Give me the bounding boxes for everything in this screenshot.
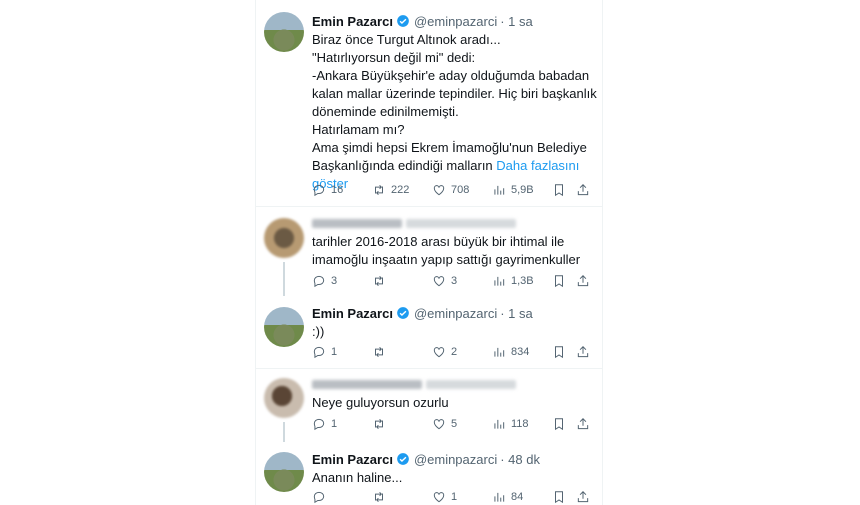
tweet-text: Neye guluyorsun ozurlu bbox=[312, 395, 449, 410]
views-button[interactable]: 5,9B bbox=[492, 183, 552, 197]
views-icon bbox=[494, 347, 505, 357]
handle[interactable]: @eminpazarci bbox=[414, 452, 497, 467]
share-icon bbox=[577, 346, 589, 358]
verified-badge-icon bbox=[396, 452, 410, 466]
like-button[interactable]: 3 bbox=[432, 274, 492, 288]
retweet-button[interactable] bbox=[372, 345, 432, 359]
reply-button[interactable]: 1 bbox=[312, 417, 372, 431]
avatar[interactable] bbox=[264, 12, 304, 52]
share-button[interactable] bbox=[576, 345, 602, 359]
like-icon bbox=[433, 276, 445, 287]
thread-feed: Emin Pazarcı @eminpazarci · 1 sa Biraz ö… bbox=[255, 0, 603, 505]
timestamp[interactable]: · 48 dk bbox=[500, 452, 540, 467]
tweet-text: tarihler 2016-2018 arası büyük bir ihtim… bbox=[312, 234, 581, 267]
display-name[interactable]: Emin Pazarcı bbox=[312, 306, 393, 321]
display-name[interactable]: Emin Pazarcı bbox=[312, 452, 393, 467]
reply-icon bbox=[313, 491, 325, 504]
thread-line bbox=[283, 262, 285, 296]
bookmark-button[interactable] bbox=[552, 417, 576, 431]
blurred-handle[interactable] bbox=[406, 218, 516, 228]
verified-badge-icon bbox=[396, 14, 410, 28]
reply-button[interactable]: 3 bbox=[312, 274, 372, 288]
timestamp[interactable]: · 1 sa bbox=[500, 14, 533, 29]
views-icon bbox=[494, 276, 505, 286]
like-icon bbox=[433, 419, 445, 430]
retweet-icon bbox=[375, 346, 383, 358]
views-icon bbox=[494, 185, 505, 195]
share-button[interactable] bbox=[576, 183, 602, 197]
retweet-button[interactable] bbox=[372, 274, 432, 288]
share-button[interactable] bbox=[576, 417, 602, 431]
tweet-5-actions: 1 84 bbox=[312, 489, 602, 505]
tweet-2-actions: 3 3 1,3B bbox=[312, 273, 602, 289]
views-button[interactable]: 118 bbox=[492, 417, 552, 431]
reply-icon bbox=[313, 275, 325, 288]
tweet-3-actions: 1 2 834 bbox=[312, 344, 602, 360]
like-button[interactable]: 708 bbox=[432, 183, 492, 197]
bookmark-button[interactable] bbox=[552, 345, 576, 359]
views-button[interactable]: 834 bbox=[492, 345, 552, 359]
bookmark-icon bbox=[555, 275, 563, 288]
reply-icon bbox=[313, 346, 325, 359]
blurred-handle[interactable] bbox=[426, 379, 516, 389]
avatar[interactable] bbox=[264, 307, 304, 347]
share-button[interactable] bbox=[576, 274, 602, 288]
blurred-display-name[interactable] bbox=[312, 379, 422, 389]
share-icon bbox=[577, 184, 589, 196]
like-button[interactable]: 1 bbox=[432, 490, 492, 504]
retweet-button[interactable] bbox=[372, 417, 432, 431]
retweet-icon bbox=[375, 418, 383, 430]
retweet-icon bbox=[375, 184, 383, 196]
retweet-button[interactable]: 222 bbox=[372, 183, 432, 197]
verified-badge-icon bbox=[396, 306, 410, 320]
like-icon bbox=[433, 347, 445, 358]
avatar[interactable] bbox=[264, 218, 304, 258]
bookmark-icon bbox=[555, 184, 563, 197]
bookmark-icon bbox=[555, 418, 563, 431]
bookmark-button[interactable] bbox=[552, 274, 576, 288]
reply-button[interactable]: 16 bbox=[312, 183, 372, 197]
bookmark-icon bbox=[555, 491, 563, 504]
reply-icon bbox=[313, 184, 325, 197]
tweet-text: Biraz önce Turgut Altınok aradı... "Hatı… bbox=[312, 32, 597, 191]
reply-button[interactable] bbox=[312, 490, 372, 504]
retweet-icon bbox=[375, 491, 383, 503]
like-icon bbox=[433, 185, 445, 196]
views-icon bbox=[494, 419, 505, 429]
share-icon bbox=[577, 275, 589, 287]
share-icon bbox=[577, 491, 589, 503]
retweet-icon bbox=[375, 275, 383, 287]
bookmark-button[interactable] bbox=[552, 490, 576, 504]
divider bbox=[256, 206, 602, 207]
views-icon bbox=[494, 492, 505, 502]
bookmark-button[interactable] bbox=[552, 183, 576, 197]
like-button[interactable]: 5 bbox=[432, 417, 492, 431]
reply-button[interactable]: 1 bbox=[312, 345, 372, 359]
blurred-display-name[interactable] bbox=[312, 218, 402, 228]
reply-icon bbox=[313, 418, 325, 431]
avatar[interactable] bbox=[264, 452, 304, 492]
tweet-text: :)) bbox=[312, 324, 325, 339]
tweet-text: Ananın haline... bbox=[312, 470, 403, 485]
handle[interactable]: @eminpazarci bbox=[414, 306, 497, 321]
retweet-button[interactable] bbox=[372, 490, 432, 504]
avatar[interactable] bbox=[264, 378, 304, 418]
handle[interactable]: @eminpazarci bbox=[414, 14, 497, 29]
views-button[interactable]: 84 bbox=[492, 490, 552, 504]
tweet-1[interactable]: Emin Pazarcı @eminpazarci · 1 sa Biraz ö… bbox=[256, 8, 604, 208]
like-button[interactable]: 2 bbox=[432, 345, 492, 359]
tweet-4-actions: 1 5 118 bbox=[312, 416, 602, 432]
tweet-1-actions: 16 222 708 5,9B bbox=[312, 182, 602, 198]
display-name[interactable]: Emin Pazarcı bbox=[312, 14, 393, 29]
divider bbox=[256, 368, 602, 369]
thread-line bbox=[283, 422, 285, 442]
timestamp[interactable]: · 1 sa bbox=[500, 306, 533, 321]
views-button[interactable]: 1,3B bbox=[492, 274, 552, 288]
share-icon bbox=[577, 418, 589, 430]
share-button[interactable] bbox=[576, 490, 602, 504]
bookmark-icon bbox=[555, 346, 563, 359]
like-icon bbox=[433, 492, 445, 503]
